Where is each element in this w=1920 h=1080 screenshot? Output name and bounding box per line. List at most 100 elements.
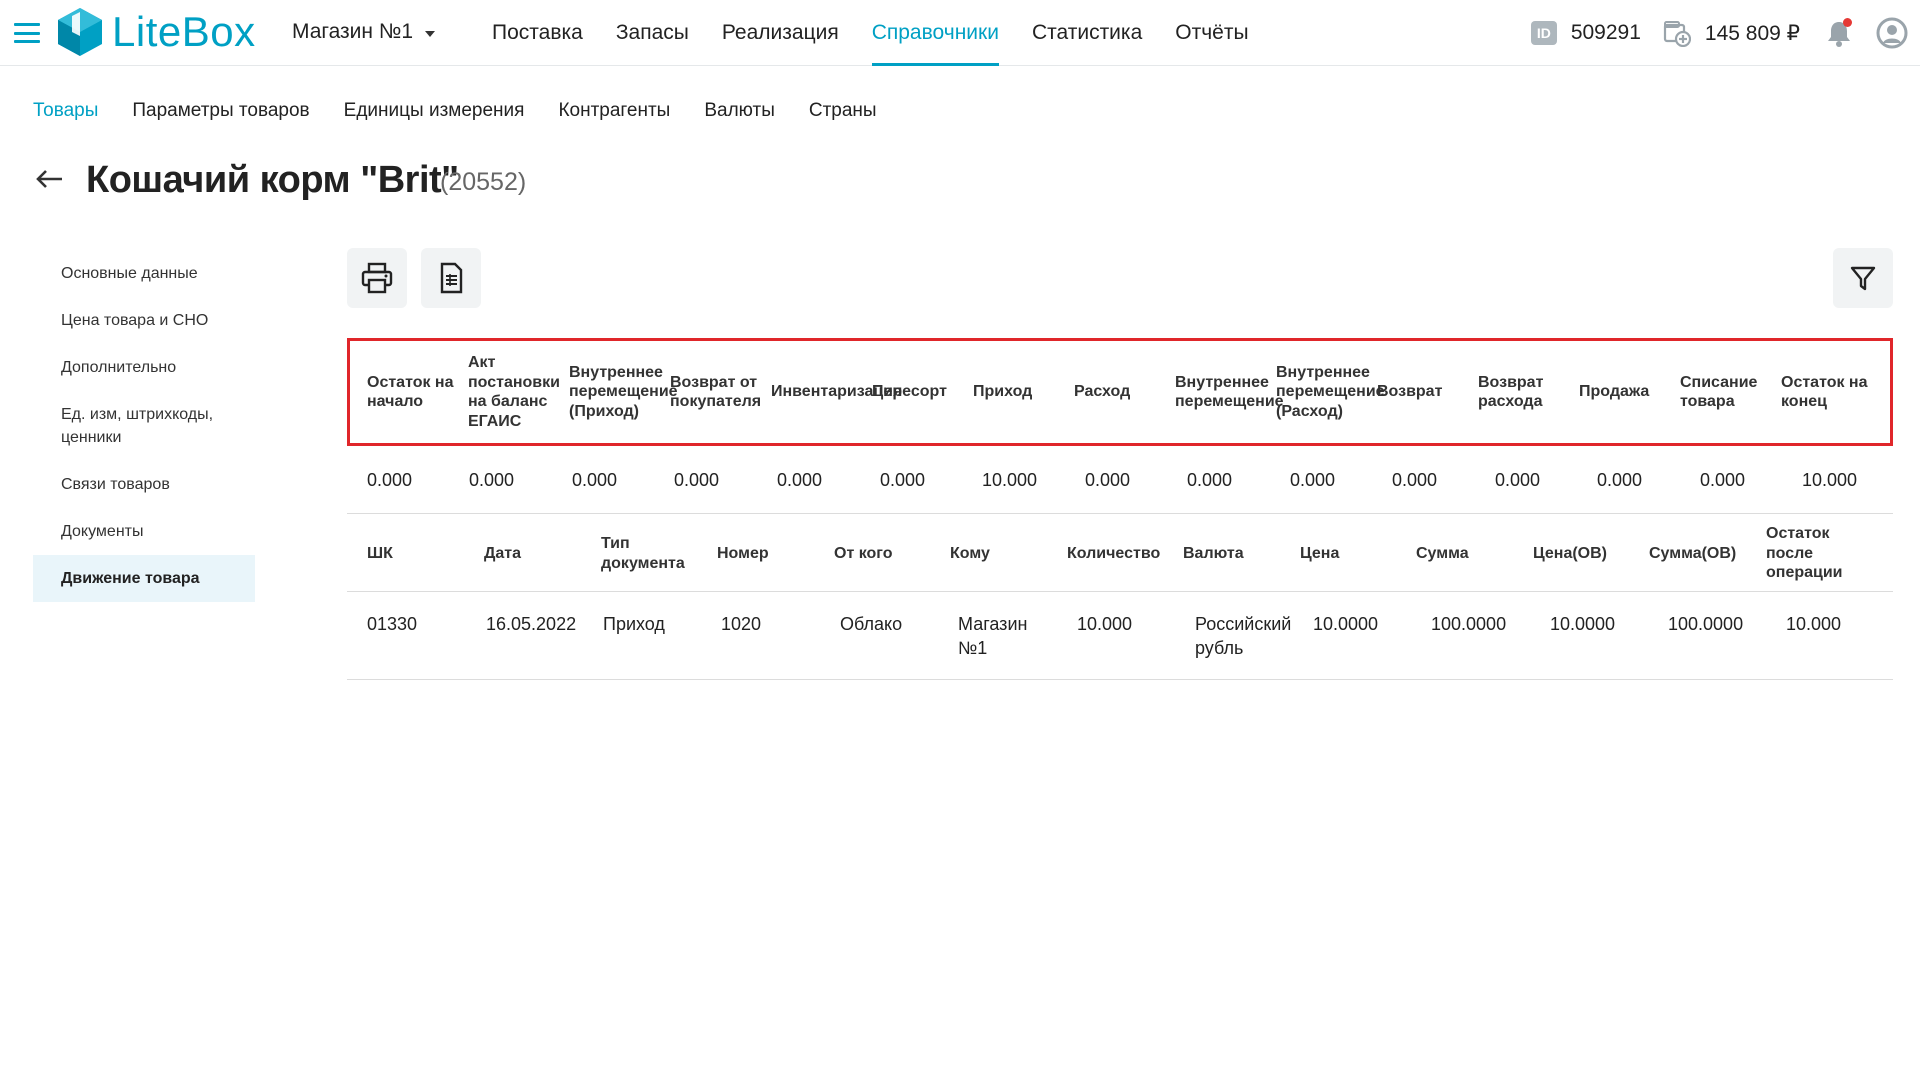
document-export-icon bbox=[440, 262, 463, 294]
summary-value-cell: 10.000 bbox=[1802, 470, 1858, 490]
export-button[interactable] bbox=[421, 248, 481, 308]
summary-value-cell: 0.000 bbox=[572, 470, 618, 490]
movement-cell-barcode: 01330 bbox=[367, 614, 418, 634]
top-bar: LiteBox Магазин №1 Поставка Запасы Реали… bbox=[0, 0, 1920, 66]
movement-table-header: ШК Дата Тип документа Номер От кого Кому… bbox=[347, 516, 1893, 592]
movement-header-cell[interactable]: Кому bbox=[950, 516, 1050, 591]
movement-cell-currency: Российский рубль bbox=[1195, 614, 1292, 658]
summary-header-cell: Акт постановки на баланс ЕГАИС bbox=[468, 354, 560, 430]
movement-header-cell[interactable]: Цена(ОВ) bbox=[1533, 516, 1633, 591]
litebox-logo-icon bbox=[58, 8, 102, 56]
summary-header-cell: Пересорт bbox=[872, 383, 947, 401]
print-button[interactable] bbox=[347, 248, 407, 308]
sidemenu-price-tax[interactable]: Цена товара и СНО bbox=[33, 297, 255, 344]
movement-header-cell[interactable]: Сумма bbox=[1416, 516, 1516, 591]
subnav-product-params[interactable]: Параметры товаров bbox=[132, 100, 309, 122]
filter-button[interactable] bbox=[1833, 248, 1893, 308]
store-selector[interactable]: Магазин №1 bbox=[292, 20, 436, 44]
page-title: Кошачий корм "Brit" bbox=[86, 159, 459, 201]
summary-value-cell: 0.000 bbox=[1085, 470, 1131, 490]
nav-item-supply[interactable]: Поставка bbox=[492, 0, 583, 66]
filter-icon bbox=[1850, 266, 1876, 291]
litebox-logo[interactable]: LiteBox bbox=[54, 6, 256, 58]
summary-value-cell: 0.000 bbox=[1597, 470, 1643, 490]
summary-value-cell: 10.000 bbox=[982, 470, 1038, 490]
movement-header-cell[interactable]: Остаток после операции bbox=[1766, 516, 1856, 591]
summary-value-cell: 0.000 bbox=[880, 470, 926, 490]
movement-header-cell[interactable]: ШК bbox=[367, 516, 467, 591]
nav-item-sales[interactable]: Реализация bbox=[722, 0, 839, 66]
nav-item-references[interactable]: Справочники bbox=[871, 0, 1000, 66]
summary-value-cell: 0.000 bbox=[1700, 470, 1746, 490]
summary-value-cell: 0.000 bbox=[1187, 470, 1233, 490]
movement-header-cell[interactable]: Номер bbox=[717, 516, 817, 591]
summary-header-cell: Расход bbox=[1074, 383, 1131, 401]
summary-value-cell: 0.000 bbox=[674, 470, 720, 490]
summary-header-cell: Списание товара bbox=[1680, 373, 1758, 411]
summary-value-cell: 0.000 bbox=[1392, 470, 1438, 490]
subnav-currencies[interactable]: Валюты bbox=[704, 100, 775, 122]
summary-header-cell: Возврат от покупателя bbox=[670, 373, 762, 411]
nav-item-stock[interactable]: Запасы bbox=[616, 0, 689, 66]
store-name: Магазин №1 bbox=[292, 20, 414, 43]
summary-header-cell: Остаток на конец bbox=[1781, 373, 1868, 411]
movement-header-cell[interactable]: От кого bbox=[834, 516, 934, 591]
movement-header-cell[interactable]: Валюта bbox=[1183, 516, 1283, 591]
summary-header-cell: Внутреннее перемещение (Расход) bbox=[1276, 363, 1385, 420]
movement-cell-sum: 100.0000 bbox=[1431, 614, 1507, 634]
table-row[interactable]: 01330 16.05.2022 Приход 1020 Облако Мага… bbox=[347, 592, 1893, 680]
nav-item-statistics[interactable]: Статистика bbox=[1032, 0, 1142, 66]
product-side-menu: Основные данные Цена товара и СНО Дополн… bbox=[33, 250, 255, 602]
movement-cell-balance-after: 10.000 bbox=[1786, 614, 1842, 634]
nav-item-reports[interactable]: Отчёты bbox=[1175, 0, 1248, 66]
hamburger-icon[interactable] bbox=[14, 23, 40, 43]
movement-cell-price-ov: 10.0000 bbox=[1550, 614, 1616, 634]
movement-header-cell[interactable]: Сумма(ОВ) bbox=[1649, 516, 1749, 591]
summary-header-cell: Инвентаризация bbox=[771, 383, 903, 401]
sidemenu-documents[interactable]: Документы bbox=[33, 508, 255, 555]
movement-header-cell[interactable]: Дата bbox=[484, 516, 584, 591]
account-id: 509291 bbox=[1570, 21, 1641, 44]
subnav-counterparties[interactable]: Контрагенты bbox=[558, 100, 670, 122]
movement-header-cell[interactable]: Количество bbox=[1067, 516, 1163, 591]
sidemenu-additional[interactable]: Дополнительно bbox=[33, 344, 255, 391]
printer-icon bbox=[361, 262, 393, 294]
chevron-down-icon bbox=[425, 30, 436, 37]
id-badge-icon: ID bbox=[1530, 21, 1557, 45]
summary-value-cell: 0.000 bbox=[1495, 470, 1541, 490]
summary-header-cell: Остаток на начало bbox=[367, 373, 454, 411]
wallet-icon[interactable] bbox=[1663, 19, 1691, 47]
movement-cell-sum-ov: 100.0000 bbox=[1668, 614, 1744, 634]
summary-value-cell: 0.000 bbox=[367, 470, 413, 490]
product-id: (20552) bbox=[440, 168, 527, 196]
main-nav: Поставка Запасы Реализация Справочники С… bbox=[492, 0, 1282, 66]
summary-header-cell: Возврат расхода bbox=[1478, 373, 1544, 411]
document-number-link[interactable]: 1020 bbox=[721, 614, 761, 634]
header-right: ID 509291 145 809 ₽ bbox=[1530, 0, 1920, 66]
sidemenu-product-movement[interactable]: Движение товара bbox=[33, 555, 255, 602]
subnav-products[interactable]: Товары bbox=[33, 100, 98, 122]
movement-cell-from: Облако bbox=[840, 614, 903, 634]
subnav-countries[interactable]: Страны bbox=[809, 100, 877, 122]
user-avatar-icon[interactable] bbox=[1876, 17, 1908, 49]
movement-cell-price: 10.0000 bbox=[1313, 614, 1379, 634]
bell-icon[interactable] bbox=[1824, 18, 1854, 48]
movement-cell-date: 16.05.2022 bbox=[486, 614, 577, 634]
summary-value-cell: 0.000 bbox=[469, 470, 515, 490]
movement-cell-doc-type: Приход bbox=[603, 614, 665, 634]
sidemenu-basic-data[interactable]: Основные данные bbox=[33, 250, 255, 297]
logo-text: LiteBox bbox=[112, 8, 256, 55]
movement-cell-to: Магазин №1 bbox=[958, 614, 1028, 658]
sidemenu-units-barcodes[interactable]: Ед. изм, штрихкоды, ценники bbox=[33, 391, 255, 461]
back-arrow-icon[interactable] bbox=[34, 166, 64, 192]
reference-subnav: Товары Параметры товаров Единицы измерен… bbox=[33, 100, 911, 122]
movement-header-cell[interactable]: Цена bbox=[1300, 516, 1400, 591]
summary-value-cell: 0.000 bbox=[1290, 470, 1336, 490]
subnav-units[interactable]: Единицы измерения bbox=[344, 100, 525, 122]
movement-cell-quantity: 10.000 bbox=[1077, 614, 1133, 634]
movement-header-cell[interactable]: Тип документа bbox=[601, 516, 701, 591]
summary-header-cell: Продажа bbox=[1579, 383, 1650, 401]
sidemenu-product-links[interactable]: Связи товаров bbox=[33, 461, 255, 508]
summary-header-cell: Внутреннее перемещение (Приход) bbox=[569, 363, 678, 420]
movement-cell-number[interactable]: 1020 bbox=[721, 612, 831, 636]
